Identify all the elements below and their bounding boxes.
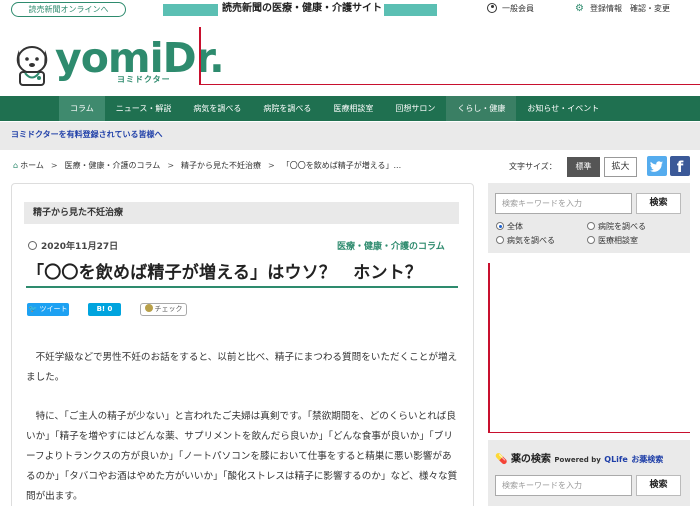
- article-title: 「〇〇を飲めば精子が増える」はウソ？ ホント？: [27, 263, 423, 283]
- logo-subtitle: ヨミドクター: [117, 75, 171, 84]
- breadcrumb-home[interactable]: ホーム: [20, 161, 44, 170]
- nav-item-news[interactable]: ニュース・解説: [105, 96, 183, 121]
- yomiuri-online-link[interactable]: 読売新聞オンラインへ: [11, 2, 126, 17]
- search-scope-all[interactable]: 全体: [496, 221, 523, 233]
- main-nav: コラム ニュース・解説 病気を調べる 病院を調べる 医療相談室 回想サロン くら…: [59, 96, 610, 121]
- drug-search-input[interactable]: 検索キーワードを入力: [495, 475, 632, 496]
- twitter-icon[interactable]: [647, 156, 667, 176]
- sidebar-ad-frame-bottom: [488, 432, 690, 433]
- home-icon: ⌂: [13, 161, 19, 170]
- sidebar-ad-frame: [488, 263, 490, 433]
- tagline-bar-left: [163, 4, 218, 16]
- breadcrumb-item[interactable]: 精子から見た不妊治療: [181, 161, 261, 170]
- nav-item-column[interactable]: コラム: [59, 96, 105, 121]
- pill-icon: 💊: [495, 454, 508, 465]
- article-paragraph: 不妊学級などで男性不妊のお話をすると、以前と比べ、精子にまつわる質問をいただくこ…: [26, 352, 458, 383]
- hatena-bookmark-button[interactable]: B! 0: [88, 303, 121, 316]
- breadcrumb: ⌂ ホーム > 医療・健康・介護のコラム > 精子から見た不妊治療 > 「〇〇を飲めば精子が増…: [13, 161, 402, 170]
- clock-icon: [28, 241, 37, 250]
- font-size-large-button[interactable]: 拡大: [604, 157, 637, 177]
- font-size-label: 文字サイズ：: [509, 162, 557, 171]
- article-date: 2020年11月27日: [28, 239, 118, 252]
- column-category[interactable]: 精子から見た不妊治療: [24, 202, 459, 224]
- tagline-bar-right: [384, 4, 437, 16]
- font-size-standard-button[interactable]: 標準: [567, 157, 600, 177]
- title-underline: [26, 286, 458, 288]
- gear-icon: ⚙: [575, 3, 584, 14]
- nav-item-events[interactable]: お知らせ・イベント: [516, 96, 610, 121]
- article-body: 不妊学級などで男性不妊のお話をすると、以前と比べ、精子にまつわる質問をいただくこ…: [26, 348, 459, 506]
- user-icon: [487, 3, 497, 13]
- site-search-input[interactable]: 検索キーワードを入力: [495, 193, 632, 214]
- search-scope-hospitals[interactable]: 病院を調べる: [587, 221, 646, 233]
- breadcrumb-current: 「〇〇を飲めば精子が増える」...: [281, 161, 402, 170]
- radio: [587, 236, 595, 244]
- qlife-link[interactable]: QLife: [604, 455, 628, 464]
- mixi-icon: [144, 304, 153, 312]
- radio: [587, 222, 595, 230]
- nav-item-lifestyle[interactable]: くらし・健康: [446, 96, 517, 121]
- nav-item-salon[interactable]: 回想サロン: [384, 96, 446, 121]
- radio: [496, 236, 504, 244]
- account-label: 登録情報 確認・変更: [589, 4, 670, 13]
- member-status[interactable]: 一般会員: [487, 3, 534, 15]
- drug-search-button[interactable]: 検索: [636, 475, 681, 496]
- subscriber-notice-link[interactable]: ヨミドクターを有料登録されている皆様へ: [11, 129, 162, 140]
- member-label: 一般会員: [502, 4, 534, 13]
- radio-selected: [496, 222, 504, 230]
- search-scope-diseases[interactable]: 病気を調べる: [496, 235, 555, 247]
- nav-item-hospitals[interactable]: 病院を調べる: [252, 96, 322, 121]
- header-ad-frame: [199, 27, 201, 85]
- nav-item-diseases[interactable]: 病気を調べる: [182, 96, 252, 121]
- site-search-button[interactable]: 検索: [636, 193, 681, 214]
- mixi-check-button[interactable]: チェック: [140, 303, 187, 316]
- search-scope-consultation[interactable]: 医療相談室: [587, 235, 638, 247]
- header-ad-frame-bottom: [199, 84, 700, 85]
- account-settings-link[interactable]: ⚙ 登録情報 確認・変更: [575, 3, 670, 15]
- column-link[interactable]: 医療・健康・介護のコラム: [337, 239, 445, 252]
- logo-doctor-dog-icon[interactable]: [11, 42, 53, 86]
- tweet-button[interactable]: 🐦 ツイート: [27, 303, 69, 316]
- article-paragraph: 特に、「ご主人の精子が少ない」と言われたご夫婦は真剣です。「禁欲期間を、どのくら…: [26, 411, 458, 502]
- facebook-icon[interactable]: f: [670, 156, 690, 176]
- site-tagline: 読売新聞の医療・健康・介護サイト: [222, 3, 382, 14]
- breadcrumb-item[interactable]: 医療・健康・介護のコラム: [65, 161, 161, 170]
- nav-item-consultation[interactable]: 医療相談室: [322, 96, 384, 121]
- drug-search-title: 💊 薬の検索 Powered by QLife お薬検索: [495, 454, 664, 465]
